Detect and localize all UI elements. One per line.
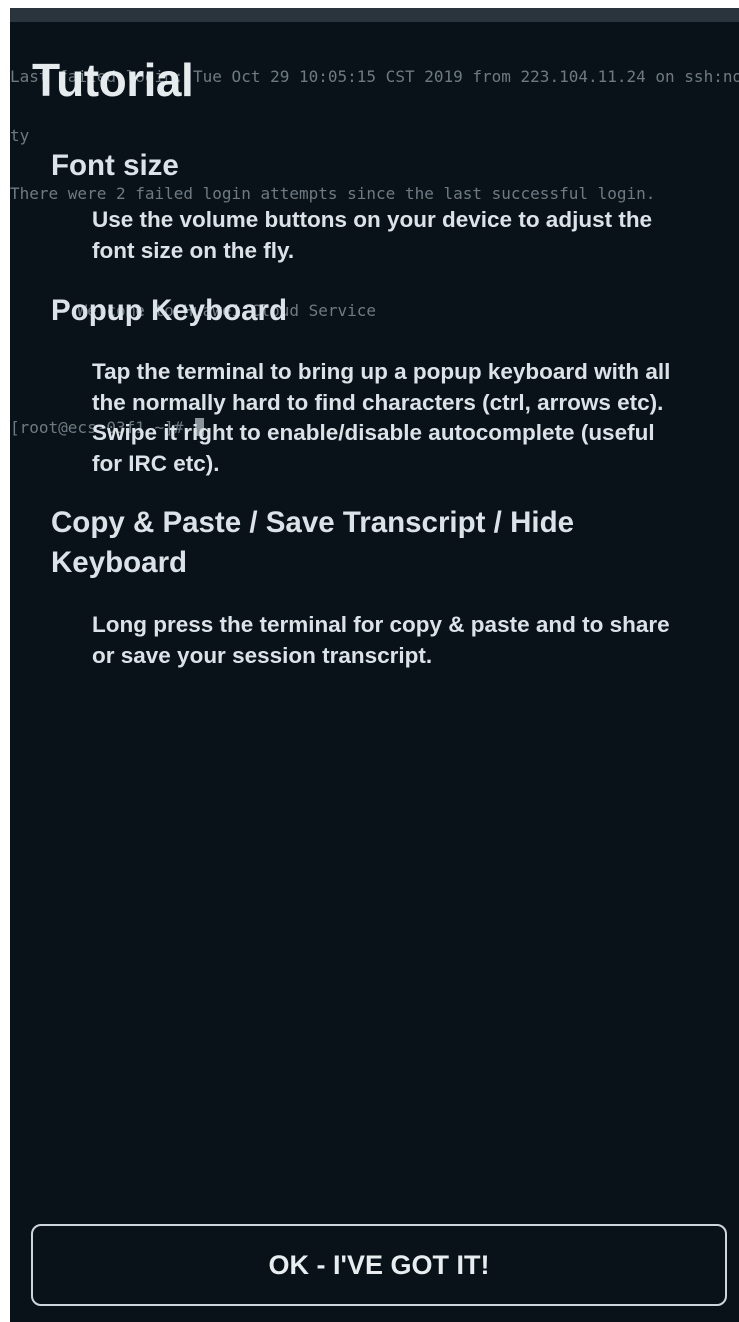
copy-paste-description: Long press the terminal for copy & paste… [92,612,670,668]
ok-got-it-button[interactable]: OK - I'VE GOT IT! [31,1224,727,1306]
app-screen: Last failed login: Tue Oct 29 10:05:15 C… [10,8,739,1322]
popup-keyboard-heading: Popup Keyboard [51,294,288,327]
font-size-description: Use the volume buttons on your device to… [92,207,653,263]
tutorial-title: Tutorial [32,54,194,106]
copy-paste-heading: Copy & Paste / Save Transcript / Hide Ke… [51,506,574,579]
popup-keyboard-description: Tap the terminal to bring up a popup key… [92,359,671,476]
font-size-heading: Font size [51,149,179,182]
tutorial-overlay: Tutorial Font size Use the volume button… [10,8,739,1322]
